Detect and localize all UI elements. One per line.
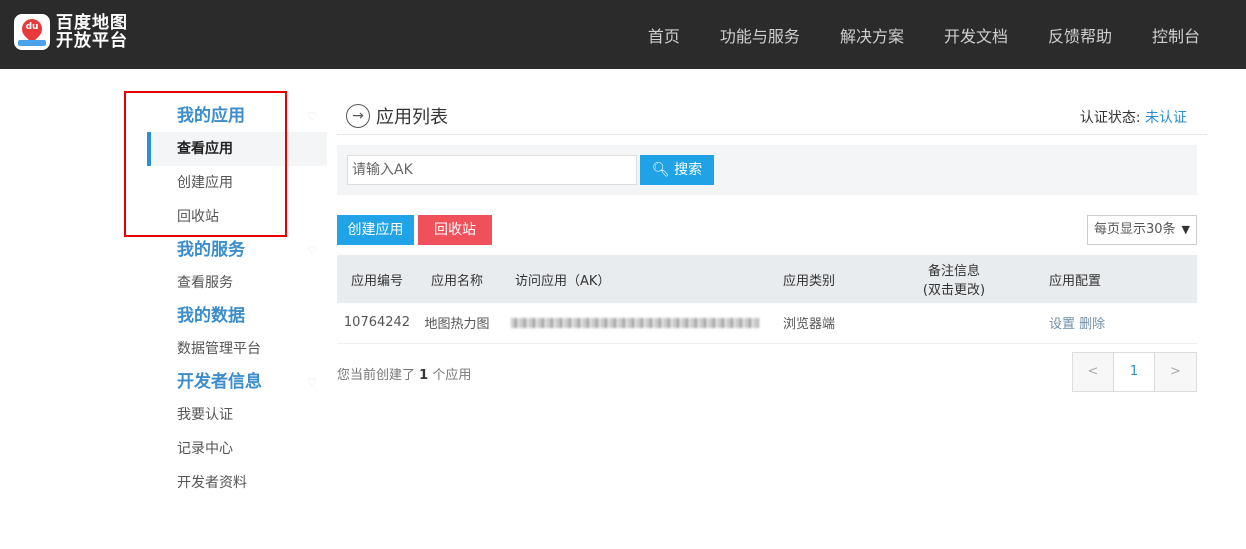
nav-features[interactable]: 功能与服务: [720, 23, 800, 47]
sidebar-heading-services[interactable]: 我的服务: [147, 234, 327, 266]
page-title: 应用列表: [376, 107, 448, 128]
per-page-value: 每页显示30条: [1094, 222, 1176, 237]
cell-category: 浏览器端: [759, 303, 859, 344]
map-pin-icon: du: [14, 14, 50, 50]
settings-link[interactable]: 设置: [1049, 317, 1075, 332]
main-nav: 首页 功能与服务 解决方案 开发文档 反馈帮助 控制台: [608, 0, 1200, 69]
sidebar-item-verify[interactable]: 我要认证: [147, 398, 327, 432]
table-row: 10764242 地图热力图 浏览器端 设置 删除: [337, 303, 1197, 344]
nav-docs[interactable]: 开发文档: [944, 23, 1008, 47]
create-app-button[interactable]: 创建应用: [337, 215, 414, 245]
nav-solutions[interactable]: 解决方案: [840, 23, 904, 47]
delete-link[interactable]: 删除: [1079, 317, 1105, 332]
app-table: 应用编号 应用名称 访问应用（AK） 应用类别 备注信息 (双击更改) 应用配置…: [337, 255, 1197, 344]
page-1-button[interactable]: 1: [1114, 352, 1155, 391]
search-panel: 请输入AK 🔍︎ 搜索: [337, 145, 1197, 195]
col-app-name: 应用名称: [430, 273, 483, 289]
chevron-down-icon[interactable]: ♡: [307, 110, 317, 123]
arrow-right-circle-icon: →: [346, 104, 370, 128]
table-footer: 您当前创建了 1 个应用 < 1 >: [337, 351, 1207, 392]
cell-note[interactable]: [859, 303, 1049, 344]
col-note: 备注信息 (双击更改): [859, 255, 1049, 303]
page-header: → 应用列表 认证状态: 未认证: [337, 100, 1207, 135]
col-note-line1: 备注信息: [927, 264, 980, 279]
col-app-id: 应用编号: [350, 273, 403, 289]
sidebar-group-developer: 开发者信息 ♡ 我要认证 记录中心 开发者资料: [147, 366, 327, 500]
per-page-select[interactable]: 每页显示30条 ▼: [1087, 215, 1197, 245]
app-count: 您当前创建了 1 个应用: [337, 367, 472, 383]
cell-app-id: 10764242: [337, 303, 417, 344]
chevron-down-icon[interactable]: ♡: [307, 376, 317, 389]
cell-ak: [497, 303, 759, 344]
auth-status: 认证状态: 未认证: [1080, 107, 1187, 127]
col-config: 应用配置: [1049, 273, 1102, 289]
cell-config: 设置 删除: [1049, 303, 1109, 344]
col-note-line2: (双击更改): [922, 283, 986, 298]
action-row: 创建应用 回收站 每页显示30条 ▼: [337, 215, 1207, 245]
sidebar-group-data: 我的数据 数据管理平台: [147, 300, 327, 366]
cell-app-name: 地图热力图: [417, 303, 497, 344]
logo-line2: 开放平台: [56, 31, 128, 51]
auth-value[interactable]: 未认证: [1145, 110, 1187, 126]
sidebar-item-view-services[interactable]: 查看服务: [147, 266, 327, 300]
search-icon: 🔍︎: [651, 162, 670, 178]
sidebar-group-services: 我的服务 ♡ 查看服务: [147, 234, 327, 300]
nav-feedback[interactable]: 反馈帮助: [1048, 23, 1112, 47]
app-count-value: 1: [419, 367, 429, 383]
search-button[interactable]: 🔍︎ 搜索: [640, 155, 714, 185]
ak-search-input[interactable]: 请输入AK: [347, 155, 637, 185]
nav-console[interactable]: 控制台: [1152, 23, 1200, 47]
logo[interactable]: du 百度地图 开放平台: [14, 14, 128, 50]
caret-down-icon: ▼: [1181, 223, 1190, 236]
top-bar: du 百度地图 开放平台 首页 功能与服务 解决方案 开发文档 反馈帮助 控制台: [0, 0, 1246, 69]
logo-line1: 百度地图: [56, 13, 128, 33]
sidebar-heading-developer[interactable]: 开发者信息: [147, 366, 327, 398]
next-page-button[interactable]: >: [1155, 352, 1196, 391]
sidebar-item-profile[interactable]: 开发者资料: [147, 466, 327, 500]
chevron-down-icon[interactable]: ♡: [307, 244, 317, 257]
recycle-bin-button[interactable]: 回收站: [418, 215, 492, 245]
pagination: < 1 >: [1072, 351, 1197, 392]
table-header-row: 应用编号 应用名称 访问应用（AK） 应用类别 备注信息 (双击更改) 应用配置: [337, 255, 1197, 303]
search-button-label: 搜索: [674, 162, 703, 178]
sidebar-heading-data[interactable]: 我的数据: [147, 300, 327, 332]
sidebar-item-records[interactable]: 记录中心: [147, 432, 327, 466]
nav-home[interactable]: 首页: [648, 23, 680, 47]
highlight-box: [124, 91, 287, 237]
sidebar-item-data-platform[interactable]: 数据管理平台: [147, 332, 327, 366]
main-content: → 应用列表 认证状态: 未认证 请输入AK 🔍︎ 搜索 创建应用 回收站 每页…: [337, 100, 1207, 392]
redacted-ak: [511, 317, 759, 328]
prev-page-button[interactable]: <: [1073, 352, 1114, 391]
col-category: 应用类别: [782, 273, 835, 289]
col-ak: 访问应用（AK）: [515, 273, 611, 289]
auth-label: 认证状态:: [1079, 110, 1141, 126]
